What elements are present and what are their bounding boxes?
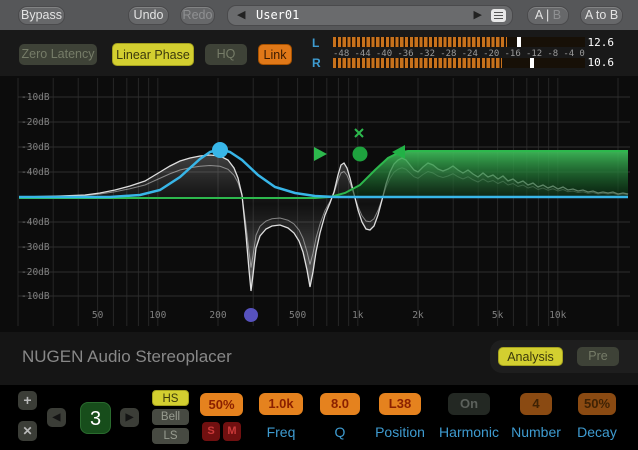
solo-button[interactable]: S — [202, 422, 220, 441]
q-label: Q — [320, 424, 360, 440]
analysis-button[interactable]: Analysis — [498, 347, 563, 366]
right-meter-readout: 10.6 — [574, 56, 614, 69]
ab-a-label: A | — [535, 8, 549, 22]
mix-amount-control[interactable]: 50% — [200, 393, 243, 416]
right-channel-label: R — [312, 56, 326, 70]
axis-label: -40dB — [21, 167, 50, 178]
eq-graph-svg[interactable]: -10dB -20dB -30dB -40dB -40dB -30dB -20dB -10dB… — [0, 76, 638, 332]
harmonic-label: Harmonic — [434, 424, 504, 440]
preset-menu-icon[interactable] — [491, 9, 506, 22]
next-band-button[interactable]: ▶ — [120, 408, 139, 427]
axis-label: 100 — [149, 310, 166, 321]
link-button[interactable]: Link — [258, 44, 292, 65]
axis-label: 1k — [352, 310, 364, 321]
position-value-control[interactable]: L38 — [379, 393, 421, 415]
undo-button[interactable]: Undo — [128, 6, 169, 25]
axis-label: 500 — [289, 310, 306, 321]
band-controls: + ✕ ◀ 3 ▶ HS Bell LS 50% S M 1.0k Freq 8… — [0, 385, 638, 450]
pre-button[interactable]: Pre — [577, 347, 619, 366]
preset-prev-icon[interactable]: ◀ — [237, 6, 245, 25]
axis-label: -20dB — [21, 117, 50, 128]
decay-label: Decay — [568, 424, 626, 440]
options-row: Zero Latency Linear Phase HQ Link L R -4… — [0, 30, 638, 76]
hq-button[interactable]: HQ — [205, 44, 247, 65]
preset-bar: Bypass Undo Redo ◀ User01 ▶ A | B A to B — [0, 0, 638, 30]
left-channel-label: L — [312, 36, 326, 50]
harmonic-toggle[interactable]: On — [448, 393, 490, 415]
axis-label: 200 — [209, 310, 226, 321]
filter-type-ls-button[interactable]: LS — [152, 428, 189, 444]
decay-value-control[interactable]: 50% — [578, 393, 616, 415]
axis-label: -20dB — [21, 267, 50, 278]
preset-name: User01 — [256, 6, 299, 25]
preset-selector[interactable]: ◀ User01 ▶ — [227, 5, 513, 26]
axis-label: -10dB — [21, 291, 50, 302]
axis-label: 50 — [92, 310, 104, 321]
axis-label: 2k — [412, 310, 424, 321]
filter-type-hs-button[interactable]: HS — [152, 390, 189, 406]
axis-label: -30dB — [21, 242, 50, 253]
axis-label: 5k — [492, 310, 504, 321]
axis-label: 10k — [549, 310, 566, 321]
a-to-b-button[interactable]: A to B — [580, 6, 623, 25]
q-value-control[interactable]: 8.0 — [320, 393, 360, 415]
preset-next-icon[interactable]: ▶ — [474, 6, 482, 25]
ab-compare-button[interactable]: A | B — [527, 6, 569, 25]
axis-label: -40dB — [21, 217, 50, 228]
freq-label: Freq — [259, 424, 303, 440]
ab-b-label: B — [553, 8, 561, 22]
plugin-title: NUGEN Audio Stereoplacer — [22, 347, 232, 367]
redo-button[interactable]: Redo — [180, 6, 215, 25]
number-value-control[interactable]: 4 — [520, 393, 552, 415]
green-band-handle[interactable] — [353, 147, 368, 162]
filter-type-bell-button[interactable]: Bell — [152, 409, 189, 425]
remove-band-button[interactable]: ✕ — [18, 421, 37, 441]
right-meter-fill — [333, 58, 502, 68]
frequency-graph[interactable]: -10dB -20dB -30dB -40dB -40dB -30dB -20dB -10dB… — [0, 76, 638, 332]
prev-band-button[interactable]: ◀ — [47, 408, 66, 427]
right-level-meter — [333, 58, 585, 68]
position-label: Position — [369, 424, 431, 440]
analysis-group: Analysis Pre — [490, 340, 638, 373]
axis-label: -10dB — [21, 92, 50, 103]
left-meter-fill — [333, 37, 507, 47]
mute-button[interactable]: M — [223, 422, 241, 441]
number-label: Number — [504, 424, 568, 440]
right-meter-peak — [530, 58, 534, 68]
footer-row: NUGEN Audio Stereoplacer Analysis Pre — [0, 332, 638, 385]
bypass-button[interactable]: Bypass — [18, 6, 65, 25]
band-number-display: 3 — [80, 402, 111, 434]
blue-band-handle[interactable] — [212, 142, 228, 158]
freq-value-control[interactable]: 1.0k — [259, 393, 303, 415]
axis-label: -30dB — [21, 142, 50, 153]
left-level-meter — [333, 37, 585, 47]
green-play-marker[interactable] — [314, 147, 327, 161]
stereoplacer-window: Bypass Undo Redo ◀ User01 ▶ A | B A to B… — [0, 0, 638, 450]
purple-band-handle[interactable] — [244, 308, 258, 322]
left-meter-readout: 12.6 — [574, 36, 614, 49]
zero-latency-button[interactable]: Zero Latency — [19, 44, 97, 65]
linear-phase-button[interactable]: Linear Phase — [112, 43, 194, 66]
add-band-button[interactable]: + — [18, 391, 37, 410]
left-meter-peak — [517, 37, 521, 47]
